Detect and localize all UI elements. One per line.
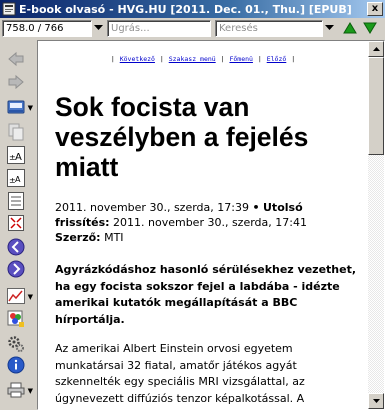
save-icon [7, 100, 25, 114]
color-scheme-button[interactable] [5, 308, 27, 330]
chevron-down-icon [93, 25, 103, 30]
scroll-down-button[interactable] [368, 393, 384, 409]
svg-text:A: A [15, 175, 21, 184]
chevron-down-icon [324, 25, 334, 30]
link-section-menu[interactable]: Szakasz menü [169, 55, 216, 63]
article-meta: 2011. november 30., szerda, 17:39 • Utol… [55, 201, 307, 244]
nav-links: | Következő | Szakasz menü | Főmenü | El… [110, 55, 296, 63]
goto-input[interactable] [107, 19, 211, 37]
chevron-down-icon: ▼ [27, 293, 33, 301]
search-previous-button[interactable] [341, 19, 359, 37]
arrow-up-icon [343, 22, 357, 34]
back-button[interactable] [5, 48, 27, 70]
author-name: MTI [104, 231, 124, 244]
next-page-icon [7, 260, 25, 278]
print-button[interactable]: ▼ [5, 379, 33, 401]
font-increase-button[interactable]: ± A [5, 144, 27, 166]
chart-button[interactable]: ▼ [5, 285, 33, 307]
svg-text:A: A [15, 152, 22, 163]
save-button[interactable]: ▼ [5, 96, 33, 118]
next-page-button[interactable] [5, 258, 27, 280]
close-button[interactable]: x [367, 2, 383, 16]
title-bar: E-book olvasó - HVG.HU [2011. Dec. 01., … [0, 0, 385, 18]
font-increase-icon: ± A [7, 146, 25, 164]
info-icon [7, 356, 25, 374]
chevron-down-icon: ▼ [27, 387, 33, 395]
previous-page-icon [7, 238, 25, 256]
copy-button[interactable] [5, 121, 27, 143]
reader-pane: | Következő | Szakasz menü | Főmenü | El… [37, 40, 385, 410]
link-main-menu[interactable]: Főmenü [229, 55, 252, 63]
article-lead: Agyrázkódáshoz hasonló sérülésekhez veze… [55, 263, 357, 326]
copy-icon [8, 123, 24, 141]
search-input[interactable] [215, 19, 323, 37]
page-position-field[interactable] [2, 19, 92, 37]
forward-icon [8, 74, 24, 90]
side-toolbar: ▼ ± A ± A ▼ ▼ [0, 40, 36, 410]
page-position-dropdown[interactable] [92, 20, 104, 36]
article-headline: Sok focista van veszélyben a fejelés mia… [55, 92, 309, 182]
vertical-scrollbar[interactable] [368, 41, 384, 409]
author-label: Szerző: [55, 231, 101, 244]
top-toolbar [0, 18, 385, 38]
page-content: | Következő | Szakasz menü | Főmenü | El… [38, 41, 368, 409]
print-icon [7, 382, 25, 398]
fullscreen-icon [8, 215, 24, 231]
search-dropdown[interactable] [323, 20, 335, 36]
window-title: E-book olvasó - HVG.HU [2011. Dec. 01., … [19, 2, 352, 16]
settings-icon [8, 336, 24, 352]
settings-button[interactable] [5, 333, 27, 355]
back-icon [8, 51, 24, 67]
app-icon [2, 2, 16, 16]
scrollbar-thumb[interactable] [368, 57, 384, 155]
chevron-down-icon [372, 399, 380, 403]
forward-button[interactable] [5, 71, 27, 93]
previous-page-button[interactable] [5, 236, 27, 258]
color-scheme-icon [7, 310, 24, 327]
font-decrease-icon: ± A [7, 169, 25, 187]
chart-icon [7, 288, 25, 304]
font-decrease-button[interactable]: ± A [5, 167, 27, 189]
scroll-up-button[interactable] [368, 41, 384, 57]
fit-width-button[interactable] [5, 190, 27, 212]
search-next-button[interactable] [361, 19, 379, 37]
chevron-up-icon [372, 47, 380, 51]
article-body: Az amerikai Albert Einstein orvosi egyet… [55, 342, 305, 405]
link-previous[interactable]: Előző [267, 55, 287, 63]
fullscreen-button[interactable] [5, 212, 27, 234]
date-updated: 2011. november 30., szerda, 17:41 [113, 216, 307, 229]
fit-width-icon [8, 192, 24, 210]
arrow-down-icon [363, 22, 377, 34]
date-posted: 2011. november 30., szerda, 17:39 [55, 201, 249, 214]
chevron-down-icon: ▼ [27, 104, 33, 112]
link-next[interactable]: Következő [120, 55, 155, 63]
info-button[interactable] [5, 354, 27, 376]
